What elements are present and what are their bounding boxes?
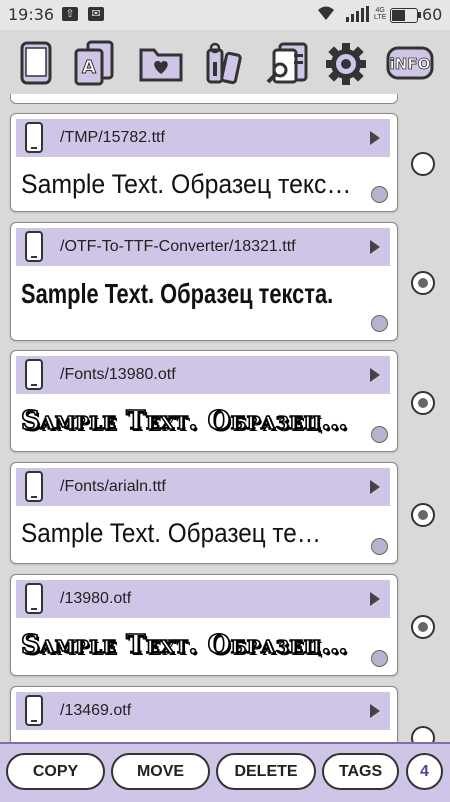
item-header: /OTF-To-TTF-Converter/18321.ttf [16, 228, 390, 266]
sample-options-dot[interactable] [371, 538, 388, 555]
device-icon [25, 471, 43, 502]
list-item[interactable]: /OTF-To-TTF-Converter/18321.ttf Sample T… [10, 222, 398, 341]
item-header: /TMP/15782.ttf [16, 119, 390, 157]
play-icon[interactable] [370, 240, 380, 254]
play-icon[interactable] [370, 704, 380, 718]
list-item-partial[interactable] [10, 94, 398, 104]
select-radio[interactable] [411, 503, 435, 527]
play-icon[interactable] [370, 592, 380, 606]
select-radio[interactable] [411, 271, 435, 295]
status-time: 19:36 [8, 5, 55, 24]
device-icon [25, 359, 43, 390]
battery-percent: 60 [422, 5, 443, 24]
svg-text:iNFO: iNFO [390, 55, 431, 73]
settings-icon[interactable] [325, 40, 367, 86]
gallery-notification-icon: ✉ [88, 7, 104, 21]
font-sample-text: Sample Text. Образец… [21, 406, 348, 436]
file-path: /Fonts/arialn.ttf [60, 478, 166, 495]
item-header: /13980.otf [16, 580, 390, 618]
device-icon [25, 231, 43, 262]
info-icon[interactable]: iNFO [386, 40, 434, 86]
item-header: /Fonts/arialn.ttf [16, 468, 390, 506]
play-icon[interactable] [370, 368, 380, 382]
list-item[interactable]: /Fonts/13980.otf Sample Text. Образец… [10, 350, 398, 452]
file-path: /OTF-To-TTF-Converter/18321.ttf [60, 238, 296, 255]
battery-icon [390, 8, 421, 23]
list-item[interactable]: /Fonts/arialn.ttf Sample Text. Образец т… [10, 462, 398, 564]
top-toolbar: A iNFO [0, 30, 450, 94]
file-path: /TMP/15782.ttf [60, 129, 165, 146]
font-sample-text: Sample Text. Образец… [21, 630, 348, 660]
device-icon [25, 583, 43, 614]
list-item[interactable]: /13469.otf [10, 686, 398, 742]
play-icon[interactable] [370, 131, 380, 145]
select-radio[interactable] [411, 615, 435, 639]
tags-icon[interactable] [204, 40, 244, 86]
file-path: /13469.otf [60, 702, 132, 719]
copy-button[interactable]: COPY [6, 753, 105, 790]
upload-notification-icon: ⇧ [62, 7, 78, 21]
font-sample-text: Sample Text. Образец текста. [21, 169, 353, 199]
device-icon [25, 122, 43, 153]
font-preview-icon[interactable]: A [74, 40, 114, 86]
search-files-icon[interactable] [264, 40, 310, 86]
select-radio[interactable] [411, 152, 435, 176]
select-radio[interactable] [411, 391, 435, 415]
favorites-folder-icon[interactable] [138, 40, 184, 86]
item-header: /Fonts/13980.otf [16, 356, 390, 394]
move-button[interactable]: MOVE [111, 753, 210, 790]
tags-button[interactable]: TAGS [322, 753, 399, 790]
file-path: /Fonts/13980.otf [60, 366, 176, 383]
font-sample-text: Sample Text. Образец текста. [21, 278, 334, 309]
select-radio[interactable] [411, 726, 435, 742]
delete-button[interactable]: DELETE [216, 753, 316, 790]
sample-options-dot[interactable] [371, 426, 388, 443]
selected-count-badge[interactable]: 4 [406, 753, 443, 790]
device-icon [25, 695, 43, 726]
svg-text:A: A [82, 57, 96, 78]
sample-options-dot[interactable] [371, 315, 388, 332]
signal-icon [346, 6, 370, 27]
play-icon[interactable] [370, 480, 380, 494]
list-item[interactable]: /TMP/15782.ttf Sample Text. Образец текс… [10, 113, 398, 212]
sample-options-dot[interactable] [371, 650, 388, 667]
font-sample-text: Sample Text. Образец те… [21, 518, 322, 548]
action-bar: COPY MOVE DELETE TAGS 4 [0, 742, 450, 802]
status-bar: 19:36 ⇧ ✉ 4G LTE 60 [0, 0, 450, 30]
sample-options-dot[interactable] [371, 186, 388, 203]
file-path: /13980.otf [60, 590, 132, 607]
device-icon[interactable] [16, 40, 56, 86]
wifi-icon [316, 4, 336, 27]
item-header: /13469.otf [16, 692, 390, 730]
font-file-list: /TMP/15782.ttf Sample Text. Образец текс… [0, 94, 450, 742]
list-item[interactable]: /13980.otf Sample Text. Образец… [10, 574, 398, 676]
network-type: 4G LTE [374, 7, 387, 21]
